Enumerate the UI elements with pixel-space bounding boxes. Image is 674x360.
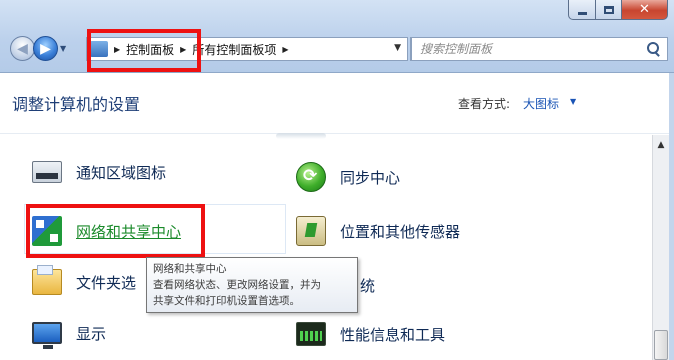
- item-display[interactable]: 显示: [32, 322, 107, 349]
- folder-options-icon: [32, 265, 62, 295]
- tooltip: 网络和共享中心 查看网络状态、更改网络设置，并为 共享文件和打印机设置首选项。: [146, 257, 358, 313]
- tooltip-title: 网络和共享中心: [153, 263, 227, 275]
- breadcrumb-highlight-box: [87, 29, 201, 72]
- header-strip: 调整计算机的设置 查看方式: 大图标 ▼: [0, 74, 674, 134]
- control-panel-items: 通知区域图标 同步中心 网络和共享中心 位置和其他传感器 文件夹选 统 显示 性…: [0, 133, 652, 360]
- tooltip-line: 共享文件和打印机设置首选项。: [153, 295, 300, 307]
- vertical-scrollbar[interactable]: ▲: [652, 135, 669, 360]
- recent-pages-dropdown[interactable]: ▼: [60, 44, 70, 54]
- item-label: 显示: [76, 324, 107, 343]
- view-by-dropdown[interactable]: 大图标: [523, 95, 559, 112]
- item-label: 性能信息和工具: [340, 325, 446, 344]
- display-icon: [32, 322, 62, 349]
- item-label: 文件夹选: [76, 273, 137, 292]
- item-notification-area-icons[interactable]: 通知区域图标: [32, 161, 166, 183]
- navigation-buttons: ◀ ▶ ▼: [10, 36, 70, 61]
- search-icon[interactable]: [645, 41, 661, 57]
- back-button[interactable]: ◀: [10, 36, 35, 61]
- item-sync-center[interactable]: 同步中心: [296, 162, 400, 192]
- chevron-down-icon[interactable]: ▼: [570, 97, 576, 106]
- item-performance-tools[interactable]: 性能信息和工具: [296, 322, 445, 346]
- search-box[interactable]: [411, 37, 668, 61]
- close-button[interactable]: ✕: [622, 0, 668, 20]
- notification-area-icon: [32, 161, 62, 183]
- tooltip-line: 查看网络状态、更改网络设置，并为: [153, 279, 321, 291]
- scroll-fade: [276, 133, 326, 139]
- search-input[interactable]: [420, 39, 645, 59]
- maximize-button[interactable]: [596, 0, 622, 20]
- performance-icon: [296, 322, 326, 346]
- page-title: 调整计算机的设置: [12, 95, 141, 114]
- sync-center-icon: [296, 162, 326, 192]
- network-highlight-box: [26, 204, 205, 258]
- address-dropdown-icon[interactable]: ▼: [394, 43, 401, 53]
- item-label: 通知区域图标: [76, 163, 167, 182]
- forward-arrow-icon: ▶: [40, 40, 51, 57]
- minimize-icon: [577, 11, 587, 15]
- breadcrumb-separator-icon[interactable]: ▶: [282, 45, 288, 54]
- back-arrow-icon: ◀: [17, 40, 28, 57]
- item-partially-hidden[interactable]: 统: [360, 275, 375, 296]
- item-label: 同步中心: [340, 168, 401, 187]
- caption-buttons: ✕: [568, 0, 668, 20]
- scroll-thumb[interactable]: [654, 330, 668, 360]
- item-label: 统: [360, 277, 376, 295]
- location-sensor-icon: [296, 216, 326, 246]
- view-by-label: 查看方式:: [458, 97, 511, 111]
- maximize-icon: [603, 5, 614, 14]
- scroll-up-icon[interactable]: ▲: [653, 137, 669, 153]
- item-location-sensors[interactable]: 位置和其他传感器: [296, 216, 460, 246]
- window-frame-right: [669, 73, 674, 360]
- item-label: 位置和其他传感器: [340, 222, 461, 241]
- item-folder-options[interactable]: 文件夹选: [32, 265, 137, 295]
- forward-button[interactable]: ▶: [33, 36, 58, 61]
- minimize-button[interactable]: [568, 0, 596, 20]
- close-icon: ✕: [639, 2, 650, 17]
- breadcrumb-all-items[interactable]: 所有控制面板项: [192, 41, 276, 58]
